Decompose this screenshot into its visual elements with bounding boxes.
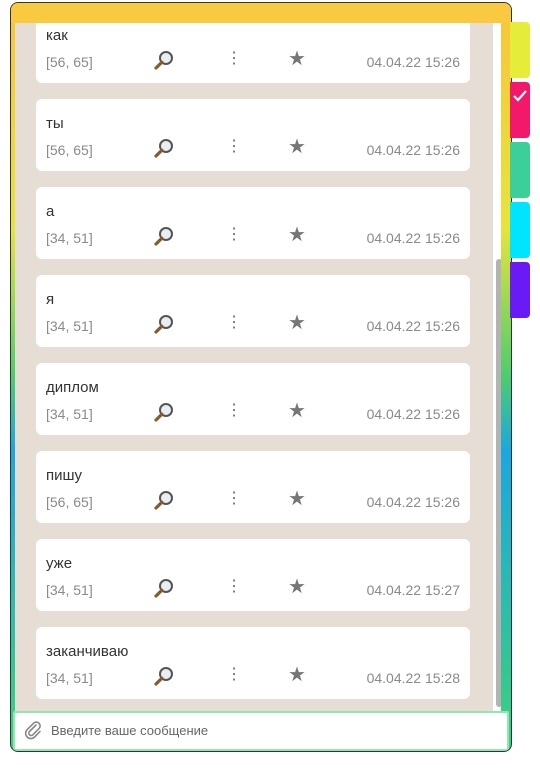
more-options-icon[interactable]: ⋮ xyxy=(226,313,242,333)
message-timestamp: 04.04.22 15:26 xyxy=(366,54,460,70)
message-timestamp: 04.04.22 15:26 xyxy=(366,406,460,422)
message-text: как xyxy=(46,27,68,44)
more-options-icon[interactable]: ⋮ xyxy=(226,665,242,685)
more-options-icon[interactable]: ⋮ xyxy=(226,49,242,69)
message-timestamp: 04.04.22 15:27 xyxy=(366,582,460,598)
message-coords: [34, 51] xyxy=(46,670,93,686)
message-bubble: уже [34, 51] ⋮ ★ 04.04.22 15:27 xyxy=(36,539,470,611)
star-icon[interactable]: ★ xyxy=(288,489,306,509)
message-timestamp: 04.04.22 15:26 xyxy=(366,230,460,246)
scrollbar-thumb[interactable] xyxy=(496,259,501,707)
message-text: пишу xyxy=(46,467,83,484)
star-icon[interactable]: ★ xyxy=(288,577,306,597)
message-text: я xyxy=(46,291,55,308)
chat-window: как [56, 65] ⋮ ★ 04.04.22 15:26 ты [56, … xyxy=(10,2,512,752)
message-text: уже xyxy=(46,555,73,572)
paperclip-icon[interactable] xyxy=(23,720,43,740)
message-input[interactable]: Введите ваше сообщение xyxy=(51,723,208,738)
message-coords: [56, 65] xyxy=(46,142,93,158)
magnifier-icon[interactable] xyxy=(153,137,175,159)
color-tab-2[interactable] xyxy=(510,82,530,138)
magnifier-icon[interactable] xyxy=(153,401,175,423)
magnifier-icon[interactable] xyxy=(153,49,175,71)
more-options-icon[interactable]: ⋮ xyxy=(226,489,242,509)
more-options-icon[interactable]: ⋮ xyxy=(226,137,242,157)
magnifier-icon[interactable] xyxy=(153,489,175,511)
star-icon[interactable]: ★ xyxy=(288,225,306,245)
star-icon[interactable]: ★ xyxy=(288,137,306,157)
magnifier-icon[interactable] xyxy=(153,665,175,687)
message-text: ты xyxy=(46,115,64,132)
color-tab-4[interactable] xyxy=(510,202,530,258)
magnifier-icon[interactable] xyxy=(153,313,175,335)
magnifier-icon[interactable] xyxy=(153,577,175,599)
message-bubble: как [56, 65] ⋮ ★ 04.04.22 15:26 xyxy=(36,23,470,83)
message-timestamp: 04.04.22 15:26 xyxy=(366,494,460,510)
more-options-icon[interactable]: ⋮ xyxy=(226,577,242,597)
message-timestamp: 04.04.22 15:26 xyxy=(366,142,460,158)
message-input-bar[interactable]: Введите ваше сообщение xyxy=(13,711,509,751)
message-bubble: а [34, 51] ⋮ ★ 04.04.22 15:26 xyxy=(36,187,470,259)
message-text: а xyxy=(46,203,55,220)
window-header xyxy=(11,3,511,23)
check-icon xyxy=(513,90,527,102)
message-bubble: пишу [56, 65] ⋮ ★ 04.04.22 15:26 xyxy=(36,451,470,523)
more-options-icon[interactable]: ⋮ xyxy=(226,401,242,421)
star-icon[interactable]: ★ xyxy=(288,401,306,421)
star-icon[interactable]: ★ xyxy=(288,313,306,333)
message-coords: [56, 65] xyxy=(46,54,93,70)
color-tab-5[interactable] xyxy=(510,262,530,318)
message-bubble: заканчиваю [34, 51] ⋮ ★ 04.04.22 15:28 xyxy=(36,627,470,699)
message-timestamp: 04.04.22 15:26 xyxy=(366,318,460,334)
star-icon[interactable]: ★ xyxy=(288,49,306,69)
message-bubble: я [34, 51] ⋮ ★ 04.04.22 15:26 xyxy=(36,275,470,347)
message-timestamp: 04.04.22 15:28 xyxy=(366,670,460,686)
message-text: заканчиваю xyxy=(46,643,129,660)
star-icon[interactable]: ★ xyxy=(288,665,306,685)
scrollbar-track[interactable] xyxy=(493,23,501,711)
more-options-icon[interactable]: ⋮ xyxy=(226,225,242,245)
message-text: диплом xyxy=(46,379,99,396)
message-bubble: ты [56, 65] ⋮ ★ 04.04.22 15:26 xyxy=(36,99,470,171)
message-coords: [34, 51] xyxy=(46,230,93,246)
magnifier-icon[interactable] xyxy=(153,225,175,247)
message-coords: [34, 51] xyxy=(46,406,93,422)
message-bubble: диплом [34, 51] ⋮ ★ 04.04.22 15:26 xyxy=(36,363,470,435)
message-coords: [56, 65] xyxy=(46,494,93,510)
message-coords: [34, 51] xyxy=(46,318,93,334)
color-tab-3[interactable] xyxy=(510,142,530,198)
color-tab-1[interactable] xyxy=(510,22,530,78)
message-coords: [34, 51] xyxy=(46,582,93,598)
message-list: как [56, 65] ⋮ ★ 04.04.22 15:26 ты [56, … xyxy=(15,23,501,711)
